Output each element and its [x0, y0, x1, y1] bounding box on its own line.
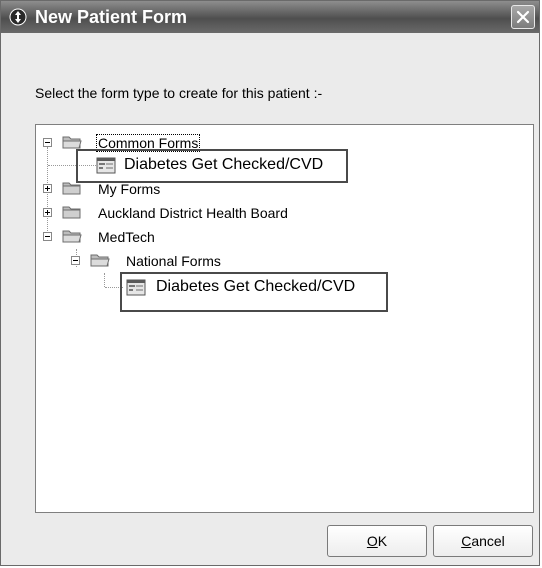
ok-label: K: [377, 533, 388, 549]
ok-accelerator: O: [366, 533, 378, 549]
tree-label-auckland-dhb: Auckland District Health Board: [98, 205, 288, 221]
title-bar[interactable]: New Patient Form: [1, 1, 539, 33]
expand-icon[interactable]: [43, 184, 52, 193]
highlight-box: [76, 149, 348, 183]
folder-icon: [62, 136, 82, 149]
close-button[interactable]: [511, 5, 535, 29]
highlight-box: [120, 272, 388, 312]
tree-connector: [104, 273, 106, 287]
tree-label-medtech: MedTech: [98, 229, 155, 245]
tree-label-national-forms: National Forms: [126, 253, 221, 269]
folder-icon: [62, 230, 82, 243]
folder-icon: [62, 206, 81, 219]
tree-node-national-forms[interactable]: National Forms: [64, 251, 364, 271]
tree-label-my-forms: My Forms: [98, 181, 161, 197]
tree-node-medtech[interactable]: MedTech: [36, 227, 336, 247]
collapse-icon[interactable]: [71, 256, 80, 265]
collapse-icon[interactable]: [43, 138, 52, 147]
button-bar: OK Cancel: [1, 515, 539, 565]
app-icon: [9, 8, 27, 26]
cancel-accelerator: C: [461, 533, 472, 549]
expand-icon[interactable]: [43, 208, 52, 217]
instruction-text: Select the form type to create for this …: [35, 85, 323, 101]
new-patient-form-dialog: New Patient Form Select the form type to…: [0, 0, 540, 566]
window-title: New Patient Form: [35, 7, 188, 27]
collapse-icon[interactable]: [43, 232, 52, 241]
folder-icon: [90, 254, 110, 267]
cancel-button[interactable]: Cancel: [433, 525, 533, 557]
ok-button[interactable]: OK: [327, 525, 427, 557]
close-icon: [516, 10, 530, 24]
tree-node-auckland-dhb[interactable]: Auckland District Health Board: [36, 203, 356, 223]
cancel-label: ancel: [471, 533, 505, 549]
form-type-tree[interactable]: Common Forms Diabetes Get Checked/CVD My…: [35, 124, 534, 513]
